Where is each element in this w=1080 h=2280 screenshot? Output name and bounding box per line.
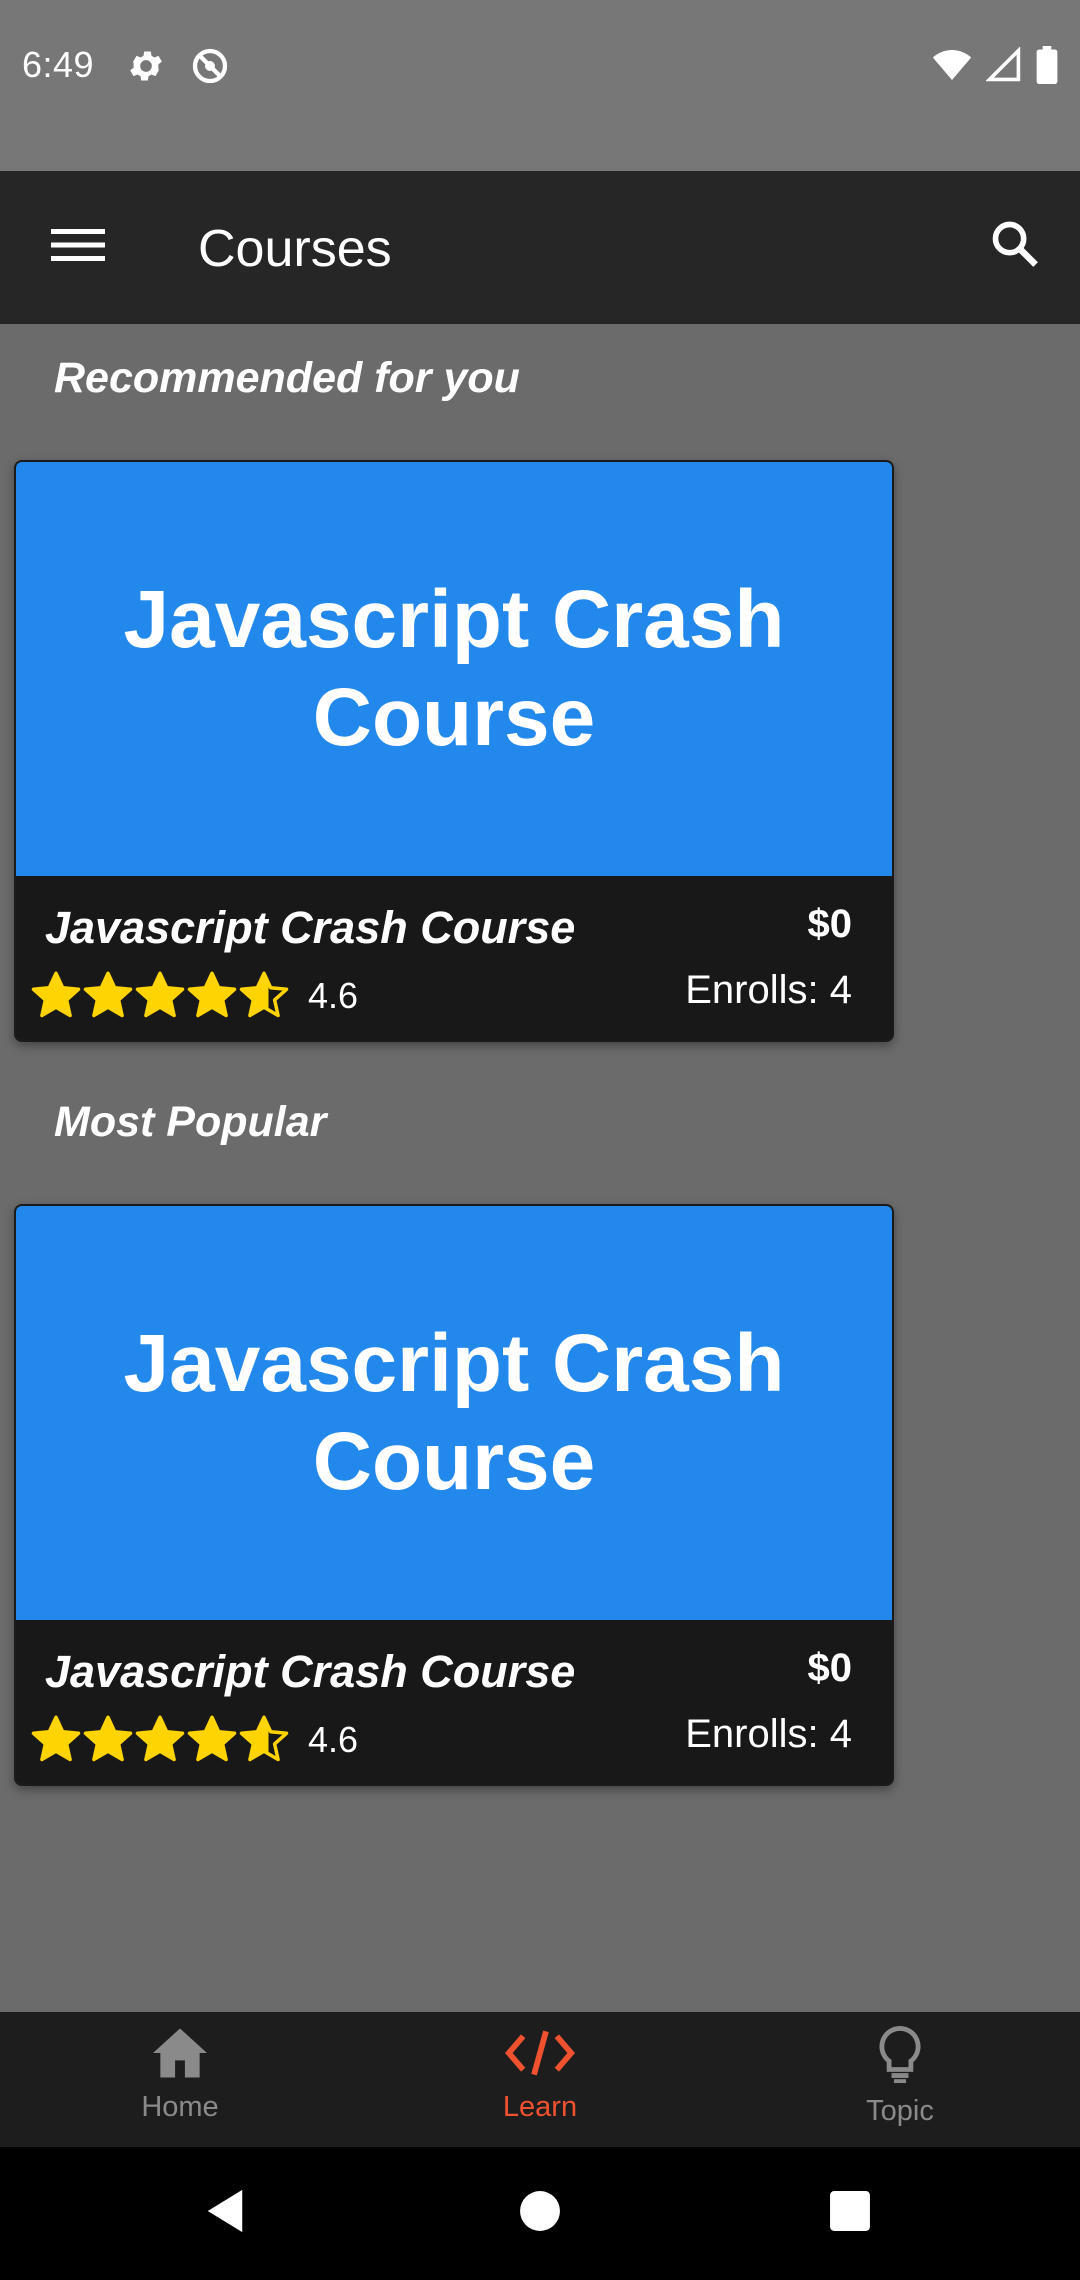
star-icon xyxy=(239,1715,289,1762)
star-icon xyxy=(83,1715,133,1762)
lightbulb-icon xyxy=(873,2025,927,2089)
menu-button[interactable] xyxy=(40,215,116,279)
back-icon xyxy=(203,2188,247,2239)
course-banner: Javascript Crash Course xyxy=(16,1206,892,1620)
star-icon xyxy=(135,1715,185,1762)
recents-square-icon xyxy=(829,2190,871,2237)
enroll-count: Enrolls: 4 xyxy=(685,968,852,1012)
bottom-navigation: Home Learn Topic xyxy=(0,2012,1080,2147)
nav-topic[interactable]: Topic xyxy=(720,2012,1080,2147)
star-icon xyxy=(31,971,81,1018)
gear-icon xyxy=(126,46,166,91)
nav-home[interactable]: Home xyxy=(0,2012,360,2147)
recents-button[interactable] xyxy=(818,2181,882,2245)
wifi-icon xyxy=(932,48,972,87)
rating-stars: 4.6 xyxy=(30,970,358,1022)
course-card-recommended[interactable]: Javascript Crash Course Javascript Crash… xyxy=(14,460,894,1042)
back-button[interactable] xyxy=(193,2181,257,2245)
star-icon xyxy=(187,971,237,1018)
status-time: 6:49 xyxy=(22,44,95,85)
system-navigation-bar xyxy=(0,2147,1080,2280)
search-icon xyxy=(989,218,1041,275)
status-left-icons xyxy=(126,46,230,91)
course-title: Javascript Crash Course xyxy=(45,902,576,953)
app-bar: Courses xyxy=(0,171,1080,324)
course-title: Javascript Crash Course xyxy=(45,1646,576,1697)
do-not-disturb-icon xyxy=(190,46,230,91)
enroll-count: Enrolls: 4 xyxy=(685,1712,852,1756)
course-price: $0 xyxy=(807,1646,853,1690)
code-icon xyxy=(504,2026,576,2085)
search-button[interactable] xyxy=(980,211,1050,281)
star-icon xyxy=(31,1715,81,1762)
star-icon xyxy=(83,971,133,1018)
section-title-popular: Most Popular xyxy=(54,1098,327,1146)
nav-label-learn: Learn xyxy=(502,2091,578,2123)
star-icon xyxy=(239,971,289,1018)
section-title-recommended: Recommended for you xyxy=(54,354,520,402)
battery-icon xyxy=(1036,46,1058,89)
signal-icon xyxy=(985,46,1022,88)
star-icons xyxy=(30,1714,290,1766)
menu-icon xyxy=(51,225,105,270)
course-card-popular[interactable]: Javascript Crash Course Javascript Crash… xyxy=(14,1204,894,1786)
nav-learn[interactable]: Learn xyxy=(360,2012,720,2147)
home-system-button[interactable] xyxy=(508,2181,572,2245)
status-bar: 6:49 xyxy=(0,0,1080,171)
nav-label-topic: Topic xyxy=(866,2095,934,2127)
status-right-icons xyxy=(932,46,1058,89)
rating-value: 4.6 xyxy=(308,975,359,1016)
star-icon xyxy=(187,1715,237,1762)
home-icon xyxy=(150,2026,210,2085)
page-title: Courses xyxy=(198,220,392,278)
rating-value: 4.6 xyxy=(308,1719,359,1760)
star-icons xyxy=(30,970,290,1022)
nav-label-home: Home xyxy=(141,2091,219,2123)
rating-stars: 4.6 xyxy=(30,1714,358,1766)
star-icon xyxy=(135,971,185,1018)
course-banner: Javascript Crash Course xyxy=(16,462,892,876)
course-price: $0 xyxy=(807,902,853,946)
home-circle-icon xyxy=(519,2190,561,2237)
